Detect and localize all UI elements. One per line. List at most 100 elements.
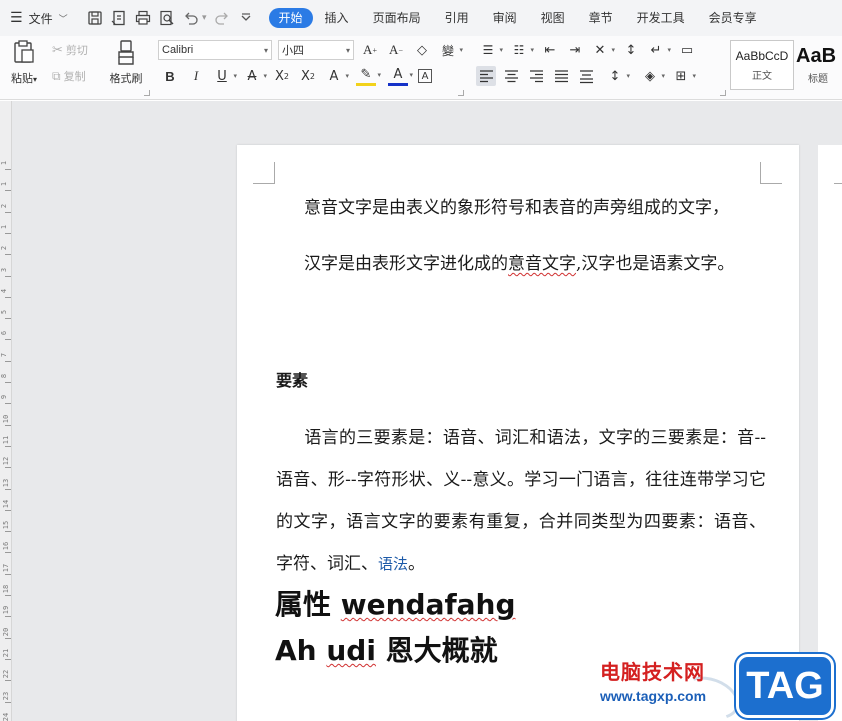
phonetic-guide-icon[interactable]: 變 ▾ (438, 40, 463, 60)
undo-dropdown-icon[interactable]: ▾ (202, 13, 207, 23)
body-link[interactable]: 语法 (378, 555, 408, 573)
ribbon-tabs: 开始 插入 页面布局 引用 审阅 视图 章节 开发工具 会员专享 (268, 8, 769, 28)
tab-review[interactable]: 审阅 (481, 8, 529, 28)
redo-icon[interactable] (213, 9, 231, 27)
vertical-ruler: 1 1 2 1 2 3 4 5 6 7 8 9 10 11 12 13 14 15 16 17 18 19 20 21 22 23… (0, 101, 12, 721)
body-paragraph[interactable]: 语言的三要素是：语音、词汇和语法，文字的三要素是：音--语音、形--字符形状、义… (276, 417, 766, 585)
large-text-2a: Ah (275, 634, 327, 667)
export-pdf-icon[interactable] (110, 9, 128, 27)
styles-gallery: AaBbCcD 正文 AaB 标题 (730, 40, 842, 90)
body-end: 。 (408, 554, 426, 574)
spell-error-text[interactable]: wendafahg (341, 588, 516, 621)
ruler-tick-label: 15 (2, 520, 11, 530)
ruler-tick-label: 1 (0, 224, 9, 229)
ruler-tick-label: 4 (0, 288, 9, 293)
large-text-line-1[interactable]: 属性 wendafahg (275, 585, 516, 625)
align-left-icon[interactable] (476, 66, 496, 86)
undo-icon[interactable] (182, 9, 200, 27)
decrease-indent-icon[interactable]: ⇤ (540, 40, 560, 60)
style-normal[interactable]: AaBbCcD 正文 (730, 40, 794, 90)
ribbon-toolbar: 粘贴▾ ✂ 剪切 ⧉ 复制 格式刷 Calibri ▾ 小四 ▾ A + A − ◇… (0, 36, 842, 100)
format-painter-button[interactable]: 格式刷 (106, 40, 146, 96)
increase-font-icon[interactable]: A + (360, 40, 380, 60)
shading-icon[interactable]: ◈ ▾ (640, 66, 665, 86)
distributed-align-icon[interactable] (576, 66, 596, 86)
chinese-layout-icon[interactable]: ✕ ▾ (590, 40, 615, 60)
print-preview-icon[interactable] (158, 9, 176, 27)
ruler-tick-mark (5, 701, 11, 703)
group-launcher-icon[interactable] (720, 90, 726, 96)
page-corner-mark (760, 162, 782, 184)
paragraph-1[interactable]: 意音文字是由表义的象形符号和表音的声旁组成的文字， (304, 193, 729, 218)
spell-error-text[interactable]: udi (326, 634, 376, 667)
ruler-tick-label: 19 (2, 606, 11, 615)
bold-icon[interactable]: B (160, 66, 180, 86)
tab-developer[interactable]: 开发工具 (625, 8, 697, 28)
text-effect-icon[interactable]: A ▾ (324, 66, 349, 86)
ruler-tick-mark (5, 616, 11, 618)
sort-icon[interactable]: ↕ (621, 40, 641, 60)
ruler-tick-mark (5, 573, 11, 575)
file-menu-label: 文件 (28, 11, 53, 26)
large-text-line-2[interactable]: Ah udi 恩大概就 (275, 631, 498, 671)
highlight-icon[interactable]: ✎ ▾ (356, 66, 381, 86)
strikethrough-icon[interactable]: A ▾ (242, 66, 267, 86)
underline-icon[interactable]: U ▾ (212, 66, 237, 86)
font-name-select[interactable]: Calibri ▾ (158, 40, 272, 60)
align-center-icon[interactable] (501, 66, 521, 86)
paragraph-2[interactable]: 汉字是由表形文字进化成的意音文字,汉字也是语素文字。 (304, 249, 734, 274)
copy-label: 复制 (63, 70, 86, 83)
decrease-font-icon[interactable]: A − (386, 40, 406, 60)
tab-view[interactable]: 视图 (529, 8, 577, 28)
file-menu[interactable]: ☰ 文件 ﹀ (0, 10, 80, 27)
watermark-site-name: 电脑技术网 (600, 660, 705, 684)
section-heading[interactable]: 要素 (276, 367, 308, 391)
large-text-1a: 属性 (275, 588, 341, 621)
document-page[interactable]: 意音文字是由表义的象形符号和表音的声旁组成的文字， 汉字是由表形文字进化成的意音… (237, 145, 799, 721)
superscript-icon[interactable]: X2 (272, 66, 292, 86)
bullet-list-icon[interactable]: ☰ ▾ (478, 40, 503, 60)
document-workspace[interactable]: 1 1 2 1 2 3 4 5 6 7 8 9 10 11 12 13 14 15 16 17 18 19 20 21 22 23… (0, 101, 842, 721)
spell-error-text[interactable]: 意音文字 (508, 254, 576, 274)
print-icon[interactable] (134, 9, 152, 27)
numbered-list-icon[interactable]: ☷ ▾ (509, 40, 534, 60)
paste-dropdown-icon[interactable]: ▾ (33, 75, 37, 84)
tab-section[interactable]: 章节 (577, 8, 625, 28)
clear-format-icon[interactable]: ◇ (412, 40, 432, 60)
tab-page-layout[interactable]: 页面布局 (361, 8, 433, 28)
cut-label: 剪切 (65, 44, 88, 57)
subscript-icon[interactable]: X2 (298, 66, 318, 86)
increase-indent-icon[interactable]: ⇥ (565, 40, 585, 60)
copy-button[interactable]: ⧉ 复制 (52, 66, 86, 86)
save-icon[interactable] (86, 9, 104, 27)
show-marks-icon[interactable]: ▭ (677, 40, 697, 60)
cut-button[interactable]: ✂ 剪切 (52, 40, 88, 60)
tab-member[interactable]: 会员专享 (697, 8, 769, 28)
font-size-select[interactable]: 小四 ▾ (278, 40, 354, 60)
ruler-tick-label: 3 (0, 267, 9, 272)
line-break-icon[interactable]: ↵ ▾ (646, 40, 671, 60)
align-right-icon[interactable] (526, 66, 546, 86)
justify-icon[interactable] (551, 66, 571, 86)
ruler-tick-label: 18 (2, 584, 11, 594)
ruler-tick-mark (5, 424, 11, 426)
tab-references[interactable]: 引用 (433, 8, 481, 28)
tab-home[interactable]: 开始 (268, 8, 313, 28)
ruler-tick-label: 16 (2, 542, 11, 551)
font-color-icon[interactable]: A ▾ (388, 66, 413, 86)
group-launcher-icon[interactable] (458, 90, 464, 96)
line-spacing-icon[interactable]: ↕ ▾ (605, 66, 630, 86)
tab-insert[interactable]: 插入 (313, 8, 361, 28)
ruler-tick-mark (5, 488, 11, 490)
borders-icon[interactable]: ⊞ ▾ (671, 66, 696, 86)
group-launcher-icon[interactable] (144, 90, 150, 96)
ruler-tick-label: 12 (2, 456, 11, 466)
site-watermark: 电脑技术网 www.tagxp.com TAG (600, 650, 842, 721)
ruler-tick-label: 17 (2, 563, 11, 572)
character-border-icon[interactable]: A (418, 69, 432, 83)
paste-button[interactable]: 粘贴▾ (6, 40, 42, 96)
style-heading[interactable]: AaB 标题 (794, 40, 842, 90)
hamburger-icon: ☰ (10, 10, 23, 26)
customize-toolbar-icon[interactable] (237, 9, 255, 27)
italic-icon[interactable]: I (186, 66, 206, 86)
